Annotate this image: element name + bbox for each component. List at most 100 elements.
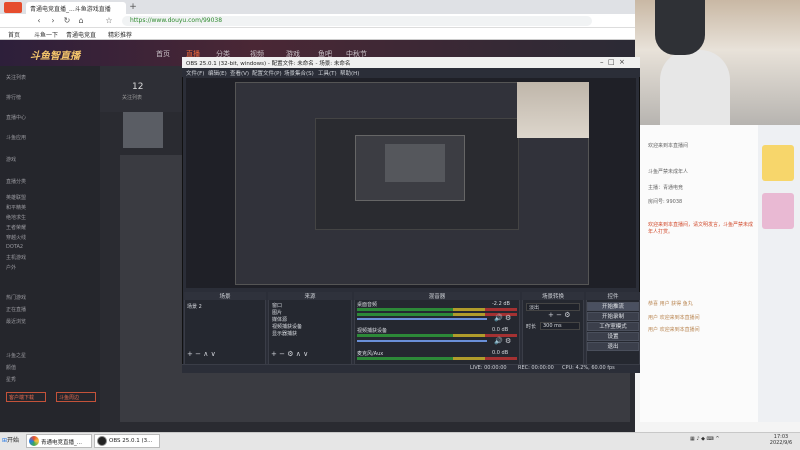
remove-icon[interactable]: − (195, 350, 201, 358)
source-item[interactable]: 显示器捕获 (272, 330, 297, 337)
up-icon[interactable]: ∧ (203, 350, 208, 358)
taskbar-item-label: OBS 25.0.1 (3... (109, 438, 153, 444)
minimize-icon[interactable]: – (600, 58, 604, 66)
sidebar-item[interactable]: 排行榜 (6, 94, 21, 101)
sidebar-item[interactable]: 热门游戏 (6, 294, 26, 301)
bookmark-item[interactable]: 首页 (8, 30, 20, 39)
chat-line: 用户 欢迎来到本直播间 (648, 327, 700, 333)
source-item[interactable]: 视频捕获设备 (272, 323, 302, 330)
taskbar-item-label: 青通电竞直播_... (41, 440, 82, 446)
sidebar-item[interactable]: 游戏 (6, 156, 16, 163)
source-item[interactable]: 窗口 (272, 302, 282, 309)
stream-thumbnail[interactable] (123, 112, 163, 148)
menu-scene-collection[interactable]: 场景集合(S) (284, 69, 314, 77)
gift-banner[interactable] (762, 193, 794, 229)
chevron-up-icon[interactable]: ^ (715, 436, 719, 442)
star-icon[interactable]: ☆ (104, 16, 114, 26)
download-client-button[interactable]: 客户端下载 (6, 392, 46, 402)
menu-view[interactable]: 查看(V) (230, 69, 249, 77)
sidebar-item[interactable]: DOTA2 (6, 244, 23, 250)
start-streaming-button[interactable]: 开始推流 (587, 302, 639, 311)
gear-icon[interactable]: ⚙ (505, 337, 511, 345)
back-icon[interactable]: ‹ (34, 16, 44, 26)
menu-tools[interactable]: 工具(T) (318, 69, 337, 77)
sidebar-item[interactable]: 和平精英 (6, 204, 26, 211)
sidebar-item[interactable]: 斗鱼之星 (6, 352, 26, 359)
tab-title: 青通电竞直播_...斗鱼游戏直播 (30, 6, 111, 13)
remove-icon[interactable]: − (279, 350, 285, 358)
mixer-channel-db: -2.2 dB (492, 301, 510, 307)
sidebar-item[interactable]: 正在直播 (6, 306, 26, 313)
maximize-icon[interactable]: □ (608, 58, 615, 66)
menu-profile[interactable]: 配置文件(P) (252, 69, 282, 77)
network-icon[interactable]: ▦ (690, 436, 695, 442)
source-item[interactable]: 媒体源 (272, 316, 287, 323)
volume-slider[interactable] (357, 340, 487, 342)
volume-icon[interactable]: ♪ (696, 436, 699, 442)
sidebar-item[interactable]: 最近浏览 (6, 318, 26, 325)
bookmark-item[interactable]: 青通电竞直 (66, 30, 96, 39)
speaker-icon[interactable]: 🔊 (494, 337, 503, 345)
down-icon[interactable]: ∨ (211, 350, 216, 358)
speaker-icon[interactable]: 🔊 (494, 314, 503, 322)
scene-item[interactable]: 场景 2 (187, 303, 202, 310)
transition-select[interactable]: 淡出 (526, 303, 580, 311)
taskbar-clock[interactable]: 17:03 2022/9/6 (764, 434, 798, 446)
add-icon[interactable]: + (548, 311, 554, 319)
forward-icon[interactable]: › (48, 16, 58, 26)
douyu-merch-button[interactable]: 斗鱼周边 (56, 392, 96, 402)
menu-help[interactable]: 帮助(H) (340, 69, 359, 77)
sidebar-item[interactable]: 绝地求生 (6, 214, 26, 221)
start-button[interactable]: ⊞开始 (2, 434, 24, 448)
bookmark-item[interactable]: 精彩推荐 (108, 30, 132, 39)
menu-file[interactable]: 文件(F) (186, 69, 204, 77)
sidebar-item[interactable]: 斗鱼应用 (6, 134, 26, 141)
start-recording-button[interactable]: 开始录制 (587, 312, 639, 321)
source-item[interactable]: 图片 (272, 309, 282, 316)
gear-icon[interactable]: ⚙ (505, 314, 511, 322)
sidebar-item[interactable]: 直播中心 (6, 114, 26, 121)
bookmark-item[interactable]: 斗鱼一下 (34, 30, 58, 39)
remove-icon[interactable]: − (556, 311, 562, 319)
menu-edit[interactable]: 编辑(E) (208, 69, 227, 77)
site-nav-item[interactable]: 首页 (156, 49, 170, 59)
reload-icon[interactable]: ↻ (62, 16, 72, 26)
mixer-dock-title: 混音器 (354, 292, 520, 300)
duration-label: 时长 (526, 324, 537, 330)
sidebar-item[interactable]: 主机游戏 (6, 254, 26, 261)
browser-tab[interactable]: 青通电竞直播_...斗鱼游戏直播 (26, 2, 126, 14)
keyboard-icon[interactable]: ⌨ (707, 436, 714, 442)
exit-button[interactable]: 退出 (587, 342, 639, 351)
gear-icon[interactable]: ⚙ (564, 311, 570, 319)
up-icon[interactable]: ∧ (296, 350, 301, 358)
mixer-channel-name: 桌面音频 (357, 302, 378, 308)
add-icon[interactable]: + (187, 350, 193, 358)
sidebar-item[interactable]: 英雄联盟 (6, 194, 26, 201)
window-controls: – □ × (600, 58, 638, 67)
studio-mode-button[interactable]: 工作室模式 (587, 322, 639, 331)
close-icon[interactable]: × (619, 58, 625, 66)
sidebar-item[interactable]: 户外 (6, 264, 16, 271)
sidebar-item[interactable]: 穿越火线 (6, 234, 26, 241)
duration-input[interactable]: 300 ms (540, 322, 580, 330)
settings-button[interactable]: 设置 (587, 332, 639, 341)
new-tab-button[interactable]: + (128, 2, 138, 12)
volume-slider[interactable] (357, 318, 487, 320)
url-bar[interactable]: https://www.douyu.com/99038 (122, 16, 592, 26)
sidebar-item[interactable]: 关注列表 (6, 74, 26, 81)
obs-title-bar: OBS 25.0.1 (32-bit, windows) - 配置文件: 未命名… (182, 57, 640, 68)
gear-icon[interactable]: ⚙ (287, 350, 293, 358)
sidebar-item[interactable]: 星秀 (6, 376, 16, 383)
down-icon[interactable]: ∨ (303, 350, 308, 358)
sidebar-item: 直播分类 (6, 179, 27, 185)
mixer-channel-db: 0.0 dB (492, 327, 509, 333)
add-icon[interactable]: + (271, 350, 277, 358)
home-icon[interactable]: ⌂ (76, 16, 86, 26)
site-sidebar: 关注列表 排行榜 直播中心 斗鱼应用 游戏 直播分类 英雄联盟 和平精英 绝地求… (0, 66, 100, 432)
sidebar-item[interactable]: 颜值 (6, 364, 16, 371)
shield-icon[interactable]: ◆ (701, 436, 705, 442)
sidebar-item[interactable]: 王者荣耀 (6, 224, 26, 231)
preview-webcam (517, 82, 589, 138)
gift-banner[interactable] (762, 145, 794, 181)
site-logo[interactable]: 斗鱼智直播 (30, 47, 140, 62)
